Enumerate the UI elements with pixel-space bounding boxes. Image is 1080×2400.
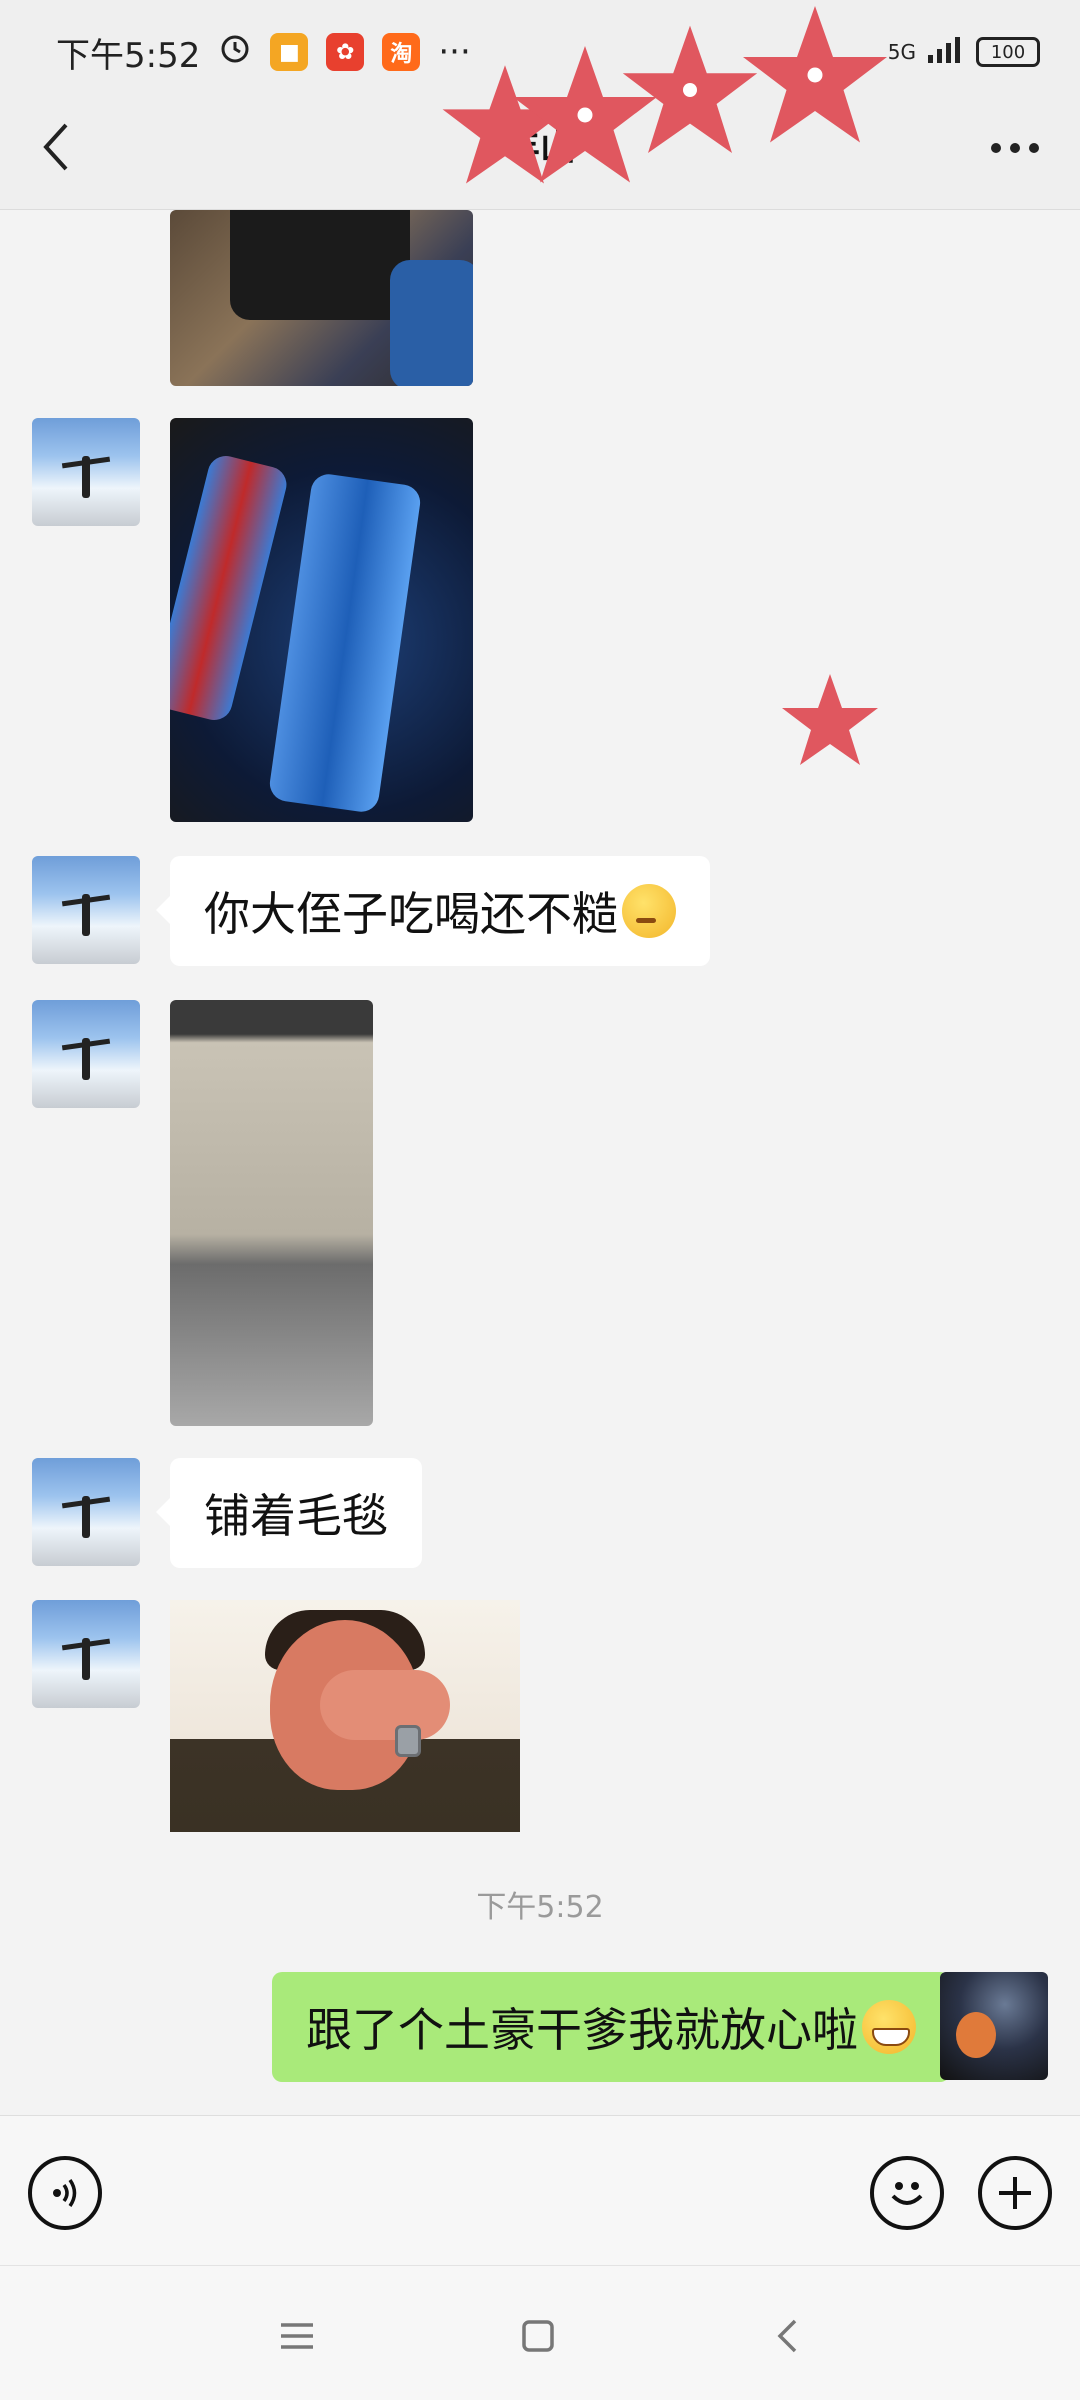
more-functions-button[interactable]: [978, 2156, 1052, 2230]
avatar[interactable]: [32, 856, 140, 964]
star-decoration-icon: [743, 6, 887, 143]
avatar[interactable]: [32, 1458, 140, 1566]
chevron-left-icon: [43, 123, 68, 171]
sticker-watch-shape: [395, 1725, 421, 1757]
photo-bottle-shape: [267, 471, 423, 815]
top-bar: 下午5:52 ■ ✿ 淘 ··· 5G 100 丰山: [0, 0, 1080, 210]
plus-icon: [999, 2177, 1031, 2209]
signal-icon: [926, 35, 966, 70]
network-label: 5G: [887, 40, 916, 64]
emoji-button[interactable]: [870, 2156, 944, 2230]
message-bubble[interactable]: 你大侄子吃喝还不糙: [156, 856, 710, 966]
status-bar-left: 下午5:52 ■ ✿ 淘 ···: [56, 28, 471, 76]
avatar-person-shape: [82, 456, 90, 498]
avatar-head-shape: [956, 2012, 996, 2058]
chat-photo[interactable]: [170, 1000, 373, 1426]
avatar-person-shape: [82, 1496, 90, 1538]
message-text: 你大侄子吃喝还不糙: [204, 887, 618, 941]
chat-message-list[interactable]: 你大侄子吃喝还不糙 铺着毛毯 下午5:52 跟了个土豪干爹我就放心啦: [0, 210, 1080, 2115]
avatar-person-shape: [82, 1638, 90, 1680]
chat-photo[interactable]: [170, 210, 473, 386]
nav-home-button[interactable]: [513, 2311, 563, 2361]
avatar[interactable]: [32, 1600, 140, 1708]
chevron-left-icon: [777, 2319, 797, 2353]
message-bubble[interactable]: 铺着毛毯: [156, 1458, 422, 1568]
chat-sticker[interactable]: [170, 1600, 520, 1832]
my-message-bubble[interactable]: 跟了个土豪干爹我就放心啦: [272, 1972, 964, 2082]
grinning-emoji-icon: [862, 2000, 916, 2054]
status-bar-right: 5G 100: [888, 26, 1040, 78]
menu-icon: [281, 2323, 313, 2349]
photo-bottle-shape: [390, 260, 473, 386]
notes-app-icon: ■: [270, 33, 309, 71]
nav-menu-button[interactable]: [272, 2311, 322, 2361]
photo-bag-shape: [230, 210, 410, 320]
voice-input-button[interactable]: [28, 2156, 102, 2230]
smiley-icon: [891, 2182, 923, 2205]
avatar-person-shape: [82, 1038, 90, 1080]
more-options-button[interactable]: [980, 118, 1050, 178]
taobao-app-icon: 淘: [382, 33, 421, 71]
pinduoduo-app-icon: ✿: [326, 33, 365, 71]
alarm-icon: [218, 31, 252, 74]
input-bar: [0, 2115, 1080, 2265]
system-nav-bar: [0, 2265, 1080, 2400]
home-square-icon: [522, 2320, 554, 2352]
voice-icon: [53, 2179, 77, 2207]
star-decoration-icon: [782, 674, 878, 765]
chat-photo[interactable]: [170, 418, 473, 822]
sticker-hand-shape: [320, 1670, 450, 1740]
photo-bottle-shape: [170, 452, 291, 724]
more-dots-icon: [991, 143, 1039, 153]
status-time: 下午5:52: [56, 35, 201, 76]
thinking-emoji-icon: [622, 884, 676, 938]
avatar[interactable]: [32, 1000, 140, 1108]
battery-level: 100: [990, 41, 1026, 63]
nav-back-button[interactable]: [762, 2311, 812, 2361]
avatar[interactable]: [32, 418, 140, 526]
message-text: 跟了个土豪干爹我就放心啦: [306, 2003, 858, 2057]
avatar-person-shape: [82, 894, 90, 936]
star-decoration-icon: [622, 25, 758, 154]
message-timestamp: 下午5:52: [476, 1890, 604, 1925]
back-button[interactable]: [30, 112, 80, 182]
message-text: 铺着毛毯: [204, 1489, 388, 1543]
my-avatar[interactable]: [940, 1972, 1048, 2080]
battery-icon: 100: [976, 37, 1040, 67]
